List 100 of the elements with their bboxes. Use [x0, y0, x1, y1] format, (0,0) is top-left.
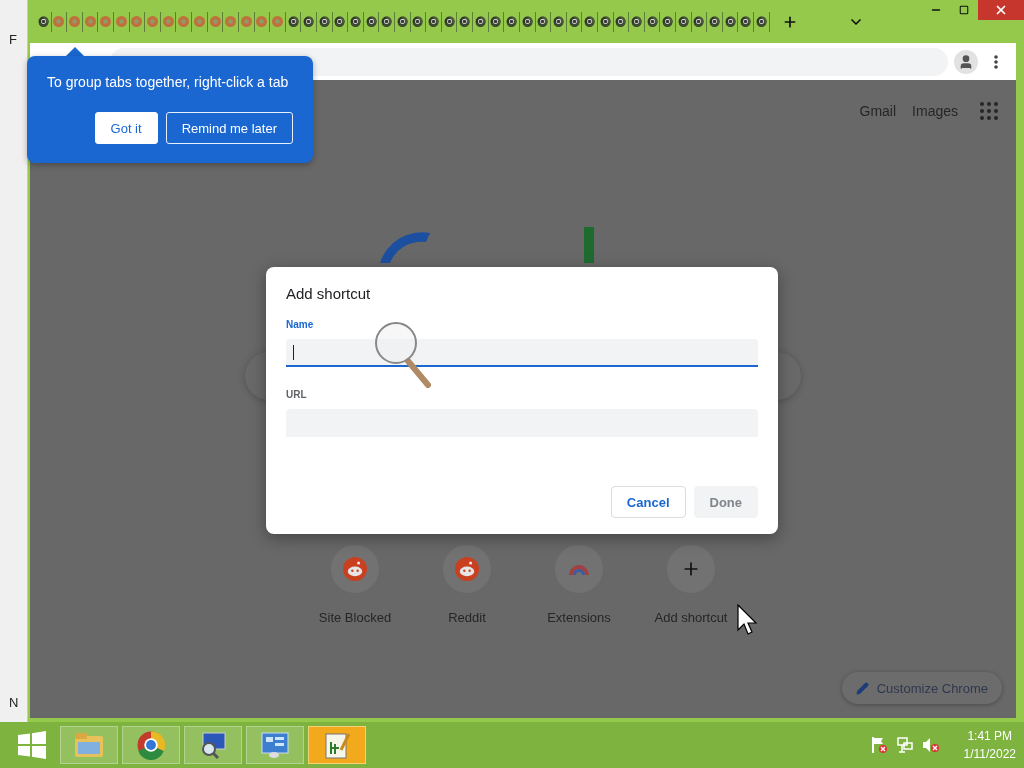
logo-arc — [380, 232, 430, 263]
browser-tab[interactable] — [379, 11, 395, 32]
reddit-icon — [131, 16, 143, 27]
browser-tab[interactable] — [738, 11, 755, 32]
close-button[interactable] — [978, 0, 1024, 20]
chrome-icon — [287, 16, 299, 27]
logo-bar — [584, 227, 594, 263]
reddit-icon — [115, 16, 127, 27]
tip-text: To group tabs together, right-click a tab — [47, 74, 290, 90]
chrome-icon — [428, 16, 440, 27]
chrome-icon — [37, 16, 49, 27]
notepad-icon — [323, 730, 351, 760]
chrome-icon — [724, 16, 736, 27]
menu-icon — [994, 54, 998, 69]
pencil-icon — [855, 681, 869, 695]
flag-icon[interactable] — [869, 736, 888, 754]
reddit-icon — [240, 16, 252, 27]
chrome-icon — [662, 16, 674, 27]
chrome-icon — [630, 16, 642, 27]
browser-tab[interactable] — [473, 11, 489, 32]
reddit-icon — [147, 16, 159, 27]
control-panel-icon — [260, 731, 290, 759]
taskbar-app[interactable] — [308, 726, 366, 764]
windows-icon — [18, 731, 46, 759]
browser-tab[interactable] — [551, 11, 567, 32]
close-icon — [994, 3, 1008, 17]
chrome-icon — [537, 16, 549, 27]
chrome-icon — [693, 16, 705, 27]
chrome-icon — [568, 16, 580, 27]
shortcut-tile[interactable] — [555, 545, 603, 593]
chrome-icon — [365, 16, 377, 27]
chrome-icon — [350, 16, 361, 27]
browser-tab[interactable] — [754, 11, 770, 32]
customize-chrome-button[interactable]: Customize Chrome — [841, 672, 1002, 704]
chrome-icon — [615, 16, 627, 27]
browser-tab[interactable] — [348, 11, 364, 32]
clock[interactable]: 1:41 PM 1/11/2022 — [963, 729, 1016, 761]
reddit-icon — [84, 16, 96, 27]
magnifier-cursor-icon — [374, 321, 434, 389]
browser-tab[interactable] — [395, 11, 411, 32]
chrome-icon — [740, 16, 752, 27]
chrome-icon — [412, 16, 424, 27]
shortcut-label: Site Blocked — [318, 610, 392, 625]
chrome-icon — [709, 16, 720, 27]
reddit-icon — [162, 16, 174, 27]
browser-tab[interactable] — [504, 11, 520, 32]
browser-tab[interactable] — [301, 11, 317, 32]
reddit-icon — [225, 16, 237, 27]
browser-tab[interactable] — [535, 11, 552, 32]
chrome-icon — [334, 16, 346, 27]
profile-icon[interactable] — [954, 49, 978, 74]
browser-tab[interactable] — [629, 11, 645, 32]
chrome-icon — [506, 16, 518, 27]
input-field[interactable] — [286, 339, 758, 367]
browser-tab[interactable] — [488, 11, 505, 32]
browser-tab[interactable] — [457, 11, 474, 32]
shortcut-tile[interactable] — [443, 545, 491, 593]
window-text: N — [8, 695, 20, 710]
shortcut-label: Add shortcut — [654, 610, 728, 625]
shortcut-tile[interactable] — [667, 545, 715, 593]
browser-tab[interactable] — [410, 11, 427, 32]
person-icon — [958, 53, 974, 70]
browser-tab[interactable] — [707, 11, 723, 32]
browser-tab[interactable] — [660, 11, 676, 32]
remind-later-button[interactable]: Remind me later — [165, 112, 293, 144]
reddit-icon — [193, 16, 205, 27]
maximize-icon — [959, 5, 969, 15]
browser-tab[interactable] — [691, 11, 708, 32]
browser-tab[interactable] — [36, 11, 52, 32]
chrome-icon — [136, 730, 166, 760]
mouse-pointer-icon — [737, 604, 759, 638]
dialog-title: Add shortcut — [286, 285, 372, 302]
speaker-muted-icon[interactable] — [921, 736, 940, 754]
reddit-icon — [455, 557, 479, 581]
chrome-icon — [599, 16, 611, 27]
got-it-button[interactable]: Got it — [94, 112, 158, 144]
chrome-icon — [459, 16, 471, 27]
browser-tab[interactable] — [613, 11, 630, 32]
reddit-icon — [178, 16, 190, 27]
reddit-icon — [69, 16, 80, 27]
chrome-icon — [303, 16, 315, 27]
header-link[interactable]: Gmail — [859, 103, 897, 119]
browser-tab[interactable] — [426, 11, 442, 32]
rainbow-icon — [568, 563, 590, 575]
chrome-icon — [521, 16, 533, 27]
header-link[interactable]: Images — [912, 103, 958, 119]
reddit-icon — [100, 16, 112, 27]
chrome-icon — [490, 16, 502, 27]
shortcut-label: Reddit — [448, 610, 486, 625]
shortcut-tile[interactable] — [331, 545, 379, 593]
browser-tab[interactable] — [582, 11, 598, 32]
browser-tab[interactable] — [332, 11, 349, 32]
cancel-button[interactable]: Cancel — [610, 486, 686, 518]
reddit-icon — [271, 16, 283, 27]
apps-grid-icon[interactable] — [980, 102, 998, 120]
chrome-icon — [755, 16, 767, 27]
browser-tab[interactable] — [676, 11, 692, 32]
field-label: Name — [286, 319, 315, 330]
shortcut-label: Extensions — [547, 610, 611, 625]
reddit-icon — [343, 557, 367, 581]
